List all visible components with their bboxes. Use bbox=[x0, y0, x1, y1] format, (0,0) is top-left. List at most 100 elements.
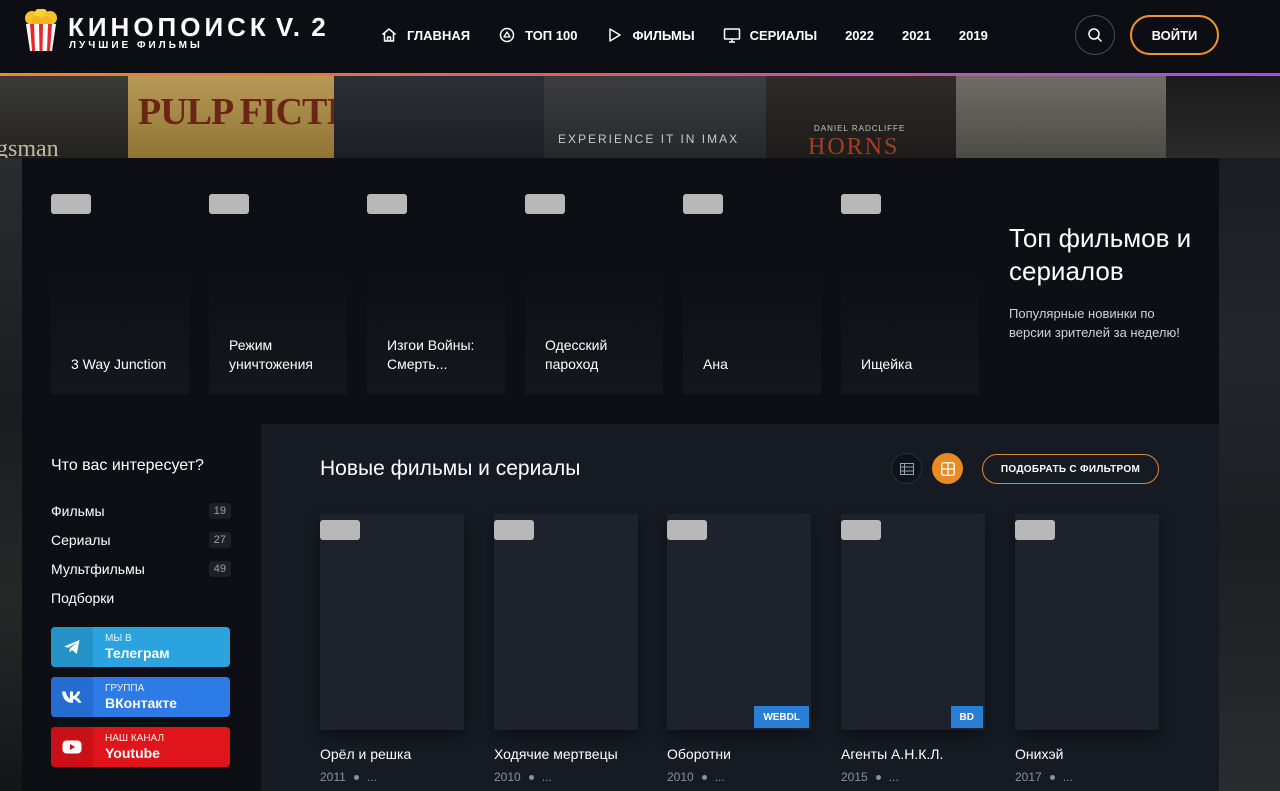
sidebar-item-label: Фильмы bbox=[51, 502, 105, 519]
sidebar-item-count: 27 bbox=[208, 531, 231, 548]
nav-2019[interactable]: 2019 bbox=[959, 28, 988, 43]
movie-extra: ... bbox=[541, 770, 552, 784]
sidebar-item-collections[interactable]: Подборки bbox=[51, 583, 231, 612]
filter-button[interactable]: ПОДОБРАТЬ С ФИЛЬТРОМ bbox=[982, 454, 1159, 484]
sidebar-item-cartoons[interactable]: Мультфильмы 49 bbox=[51, 554, 231, 583]
search-button[interactable] bbox=[1075, 15, 1115, 55]
image-placeholder bbox=[525, 194, 565, 214]
image-placeholder bbox=[1015, 520, 1055, 540]
top-card-title: Ана bbox=[703, 356, 728, 372]
login-button[interactable]: ВОЙТИ bbox=[1130, 15, 1219, 55]
youtube-icon-box bbox=[51, 727, 93, 767]
image-placeholder bbox=[683, 194, 723, 214]
bg-poster bbox=[956, 76, 1166, 158]
nav-home[interactable]: ГЛАВНАЯ bbox=[380, 26, 470, 44]
bg-poster: gsman bbox=[0, 76, 128, 162]
movie-card[interactable]: Онихэй 2017 ... bbox=[1015, 514, 1159, 784]
social-name: Youtube bbox=[105, 744, 160, 761]
section-title: Новые фильмы и сериалы bbox=[320, 457, 581, 480]
header-gradient-line bbox=[0, 73, 1280, 76]
movie-card[interactable]: BD Агенты А.Н.К.Л. 2015 ... bbox=[841, 514, 985, 784]
movie-card[interactable]: Ходячие мертвецы 2010 ... bbox=[494, 514, 638, 784]
separator-dot bbox=[875, 774, 881, 780]
bg-poster: DANIEL RADCLIFFE HORNS bbox=[766, 76, 956, 160]
bg-poster-text: EXPERIENCE IT IN IMAX bbox=[558, 132, 740, 146]
top-card[interactable]: Ана bbox=[683, 182, 821, 394]
movie-extra: ... bbox=[888, 770, 899, 784]
sidebar-item-count: 49 bbox=[208, 560, 231, 577]
movie-meta: 2015 ... bbox=[841, 770, 899, 784]
sidebar-item-movies[interactable]: Фильмы 19 bbox=[51, 496, 231, 525]
vk-button[interactable]: ГРУППА ВКонтакте bbox=[51, 677, 230, 717]
image-placeholder bbox=[841, 194, 881, 214]
grid-view-button[interactable] bbox=[932, 453, 963, 484]
top-card[interactable]: Ищейка bbox=[841, 182, 979, 394]
home-icon bbox=[382, 28, 396, 42]
nav-series[interactable]: СЕРИАЛЫ bbox=[723, 26, 817, 44]
top-card-title: 3 Way Junction bbox=[71, 356, 167, 372]
social-caption: ГРУППА bbox=[105, 682, 145, 694]
movie-title: Онихэй bbox=[1015, 746, 1064, 762]
image-placeholder bbox=[841, 520, 881, 540]
logo-subtitle: ЛУЧШИЕ ФИЛЬМЫ bbox=[69, 40, 203, 51]
sidebar-item-series[interactable]: Сериалы 27 bbox=[51, 525, 231, 554]
image-placeholder bbox=[209, 194, 249, 214]
movie-extra: ... bbox=[714, 770, 725, 784]
top-card[interactable]: Режим уничтожения bbox=[209, 182, 347, 394]
bg-poster bbox=[1166, 76, 1280, 158]
nav-2022[interactable]: 2022 bbox=[845, 28, 874, 43]
movie-card[interactable]: Орёл и решка 2011 ... bbox=[320, 514, 464, 784]
movie-poster bbox=[494, 514, 638, 730]
logo-version: V. 2 bbox=[275, 12, 328, 42]
sidebar-item-label: Подборки bbox=[51, 589, 115, 606]
movie-year: 2011 bbox=[320, 770, 346, 784]
movie-card[interactable]: WEBDL Оборотни 2010 ... bbox=[667, 514, 811, 784]
sidebar-item-count: 19 bbox=[208, 502, 231, 519]
monitor-icon bbox=[723, 28, 740, 43]
bg-poster bbox=[334, 76, 544, 158]
nav-top100[interactable]: ТОП 100 bbox=[498, 26, 577, 44]
sidebar-item-label: Сериалы bbox=[51, 531, 111, 548]
top-card[interactable]: Изгои Войны: Смерть... bbox=[367, 182, 505, 394]
telegram-button[interactable]: МЫ В Телеграм bbox=[51, 627, 230, 667]
top-card-title: Ищейка bbox=[861, 356, 913, 372]
popcorn-logo-icon[interactable] bbox=[22, 9, 60, 51]
nav-2019-label: 2019 bbox=[958, 27, 988, 43]
nav-movies[interactable]: ФИЛЬМЫ bbox=[605, 26, 695, 44]
image-placeholder bbox=[320, 520, 360, 540]
movie-year: 2010 bbox=[667, 770, 694, 784]
youtube-icon bbox=[62, 740, 82, 754]
bg-poster-text: HORNS bbox=[808, 134, 900, 160]
movie-title: Оборотни bbox=[667, 746, 731, 762]
social-name: Телеграм bbox=[105, 644, 170, 661]
social-caption: МЫ В bbox=[105, 632, 132, 644]
play-icon bbox=[609, 28, 622, 42]
nav-2021[interactable]: 2021 bbox=[902, 28, 931, 43]
top-card[interactable]: 3 Way Junction bbox=[51, 182, 189, 394]
movie-title: Ходячие мертвецы bbox=[494, 746, 618, 762]
logo-title-text: КИНОПОИСК bbox=[68, 12, 270, 42]
image-placeholder bbox=[494, 520, 534, 540]
list-view-icon bbox=[899, 462, 914, 475]
list-view-button[interactable] bbox=[891, 453, 922, 484]
nav-2021-label: 2021 bbox=[902, 27, 931, 43]
social-caption: НАШ КАНАЛ bbox=[105, 732, 165, 744]
bg-poster-text: DANIEL RADCLIFFE bbox=[814, 124, 906, 133]
main-content: Новые фильмы и сериалы ПОДОБРАТЬ С ФИЛЬТ… bbox=[261, 424, 1219, 791]
movie-title: Агенты А.Н.К.Л. bbox=[841, 746, 944, 762]
top-panel: 3 Way Junction Режим уничтожения Изгои В… bbox=[22, 158, 1219, 424]
nav-top100-label: ТОП 100 bbox=[525, 27, 578, 43]
search-icon bbox=[1088, 28, 1102, 42]
separator-dot bbox=[353, 774, 359, 780]
movie-extra: ... bbox=[1062, 770, 1073, 784]
sidebar-title: Что вас интересует? bbox=[51, 457, 204, 474]
top-card[interactable]: Одесский пароход bbox=[525, 182, 663, 394]
site-title[interactable]: КИНОПОИСК V. 2 bbox=[68, 13, 328, 41]
movie-extra: ... bbox=[366, 770, 377, 784]
sidebar-category-list: Фильмы 19 Сериалы 27 Мультфильмы 49 Подб… bbox=[51, 496, 231, 612]
separator-dot bbox=[1049, 774, 1055, 780]
promo-description: Популярные новинки по версии зрителей за… bbox=[1009, 306, 1180, 340]
promo-title: Топ фильмов и сериалов bbox=[1009, 223, 1192, 286]
youtube-button[interactable]: НАШ КАНАЛ Youtube bbox=[51, 727, 230, 767]
image-placeholder bbox=[51, 194, 91, 214]
